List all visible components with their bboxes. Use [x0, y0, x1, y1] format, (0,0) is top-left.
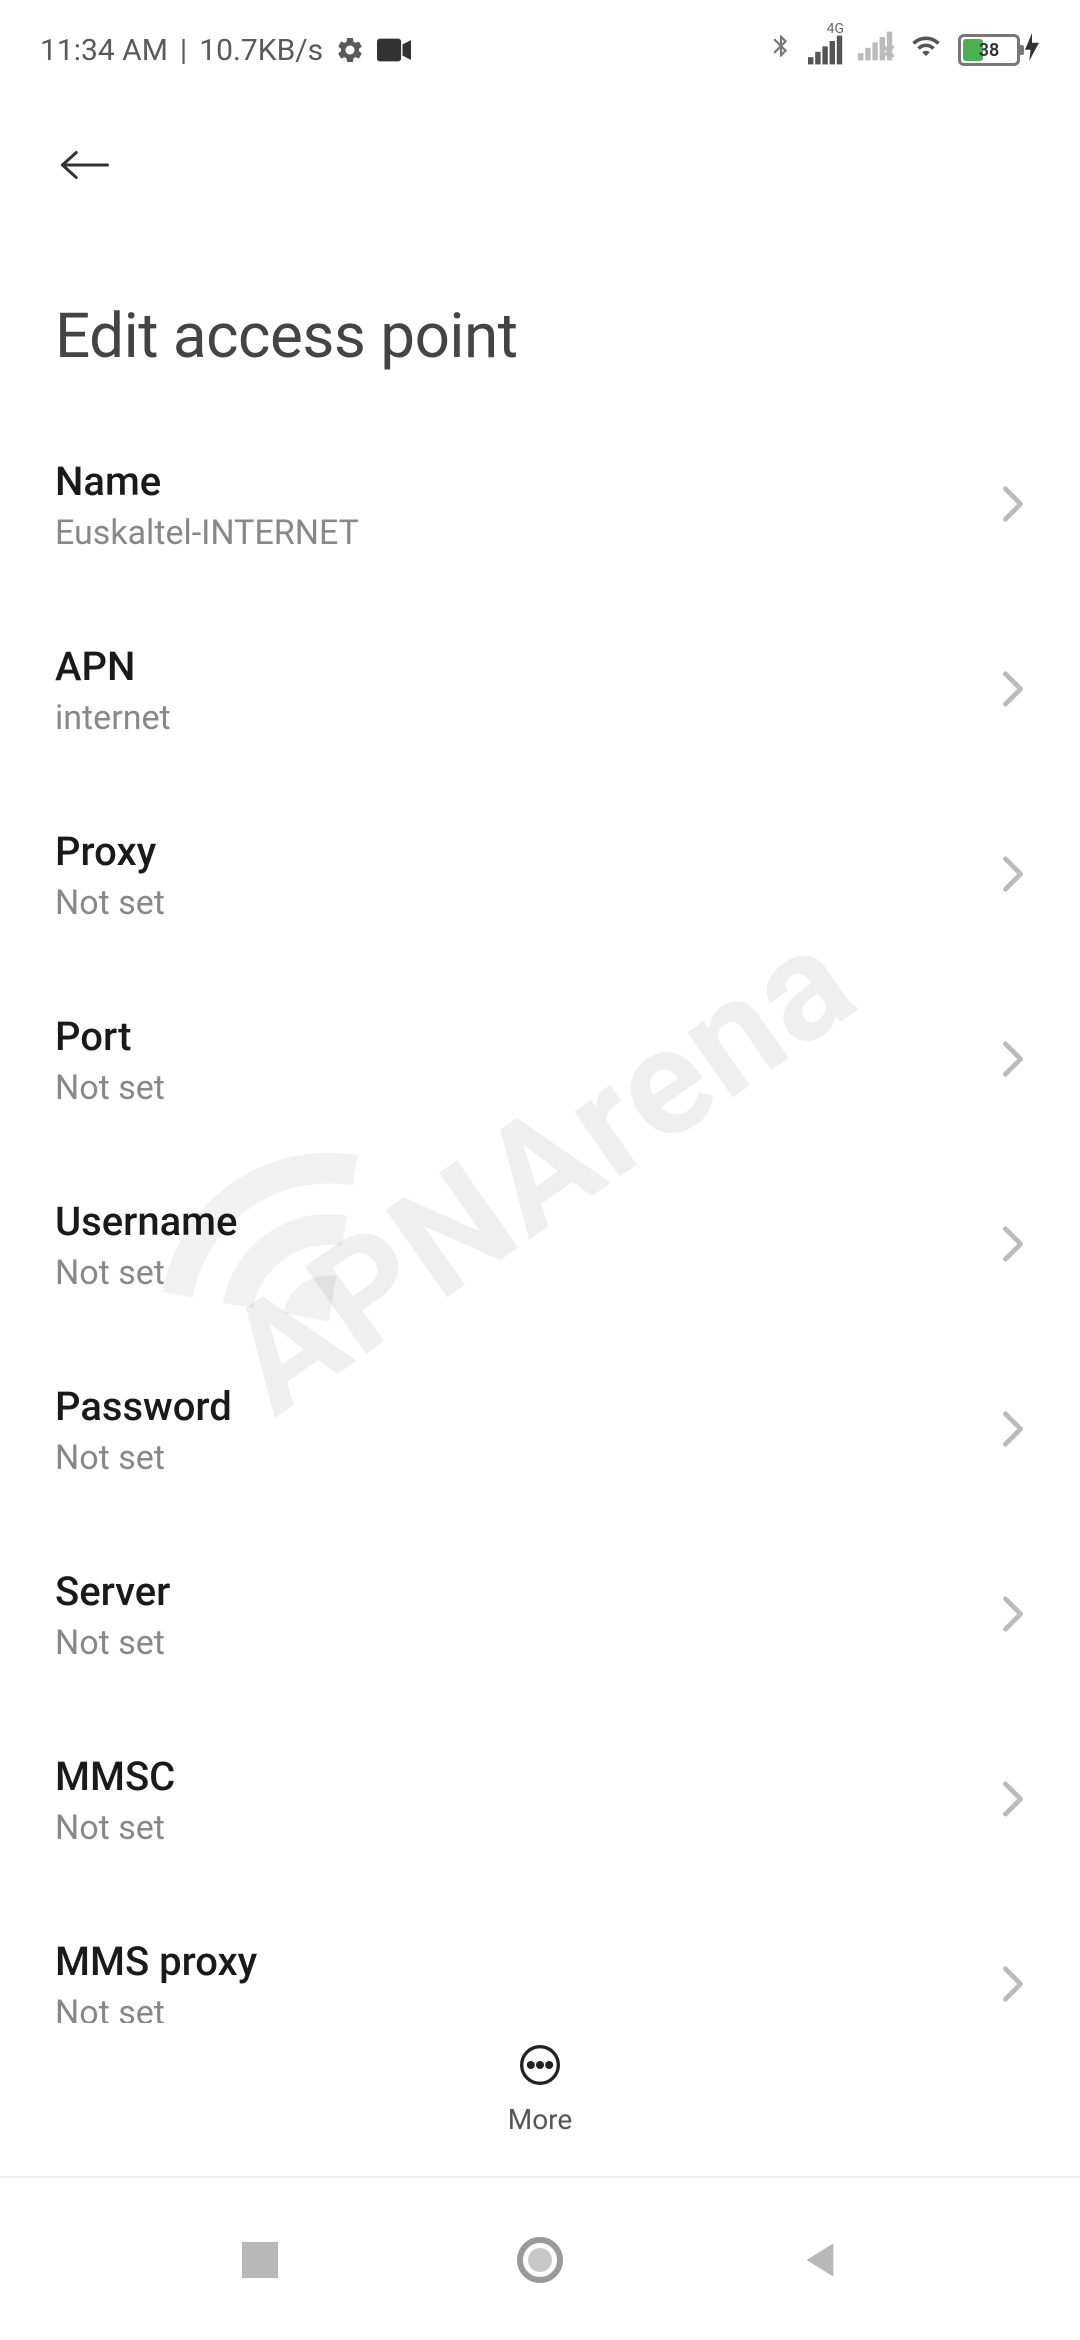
status-separator: | — [180, 33, 187, 68]
page-title: Edit access point — [0, 210, 1080, 413]
chevron-right-icon — [1001, 1780, 1025, 1822]
setting-password[interactable]: Password Not set — [55, 1338, 1025, 1523]
setting-label: Port — [55, 1013, 165, 1060]
setting-label: Server — [55, 1568, 170, 1615]
more-icon — [518, 2043, 562, 2091]
status-time: 11:34 AM — [40, 33, 168, 68]
setting-label: Proxy — [55, 828, 165, 875]
camera-icon — [377, 38, 411, 62]
signal-sim2-icon — [858, 31, 894, 69]
chevron-right-icon — [1001, 855, 1025, 897]
chevron-right-icon — [1001, 1410, 1025, 1452]
header — [0, 90, 1080, 210]
signal-sim1-icon: 4G — [808, 35, 844, 65]
bottom-toolbar: More — [0, 2023, 1080, 2178]
back-button[interactable] — [60, 140, 110, 190]
more-button[interactable]: More — [508, 2043, 573, 2136]
status-bar: 11:34 AM | 10.7KB/s 4G 38 — [0, 0, 1080, 90]
setting-value: Not set — [55, 1068, 165, 1108]
setting-mmsc[interactable]: MMSC Not set — [55, 1708, 1025, 1893]
battery-icon: 38 — [958, 33, 1040, 68]
setting-value: Not set — [55, 1438, 232, 1478]
more-label: More — [508, 2103, 573, 2136]
chevron-right-icon — [1001, 485, 1025, 527]
system-nav-bar — [0, 2180, 1080, 2340]
setting-label: MMSC — [55, 1753, 175, 1800]
setting-server[interactable]: Server Not set — [55, 1523, 1025, 1708]
status-right: 4G 38 — [768, 30, 1040, 70]
status-speed: 10.7KB/s — [199, 33, 323, 68]
setting-name[interactable]: Name Euskaltel-INTERNET — [55, 413, 1025, 598]
chevron-right-icon — [1001, 1595, 1025, 1637]
chevron-right-icon — [1001, 1965, 1025, 2007]
setting-value: Not set — [55, 1253, 237, 1293]
setting-value: Euskaltel-INTERNET — [55, 513, 359, 553]
bluetooth-icon — [768, 30, 794, 70]
nav-back-button[interactable] — [790, 2230, 850, 2290]
status-left: 11:34 AM | 10.7KB/s — [40, 33, 411, 68]
setting-label: MMS proxy — [55, 1938, 257, 1985]
chevron-right-icon — [1001, 1225, 1025, 1267]
setting-label: Name — [55, 458, 359, 505]
setting-port[interactable]: Port Not set — [55, 968, 1025, 1153]
setting-value: Not set — [55, 883, 165, 923]
setting-proxy[interactable]: Proxy Not set — [55, 783, 1025, 968]
settings-list: Name Euskaltel-INTERNET APN internet Pro… — [0, 413, 1080, 2078]
setting-value: Not set — [55, 1808, 175, 1848]
setting-value: internet — [55, 698, 171, 738]
chevron-right-icon — [1001, 1040, 1025, 1082]
nav-home-button[interactable] — [510, 2230, 570, 2290]
setting-label: Password — [55, 1383, 232, 1430]
chevron-right-icon — [1001, 670, 1025, 712]
gear-icon — [335, 35, 365, 65]
setting-username[interactable]: Username Not set — [55, 1153, 1025, 1338]
setting-apn[interactable]: APN internet — [55, 598, 1025, 783]
setting-label: Username — [55, 1198, 237, 1245]
setting-value: Not set — [55, 1623, 170, 1663]
setting-label: APN — [55, 643, 171, 690]
wifi-icon — [908, 31, 944, 69]
charging-icon — [1024, 33, 1040, 68]
nav-recent-button[interactable] — [230, 2230, 290, 2290]
